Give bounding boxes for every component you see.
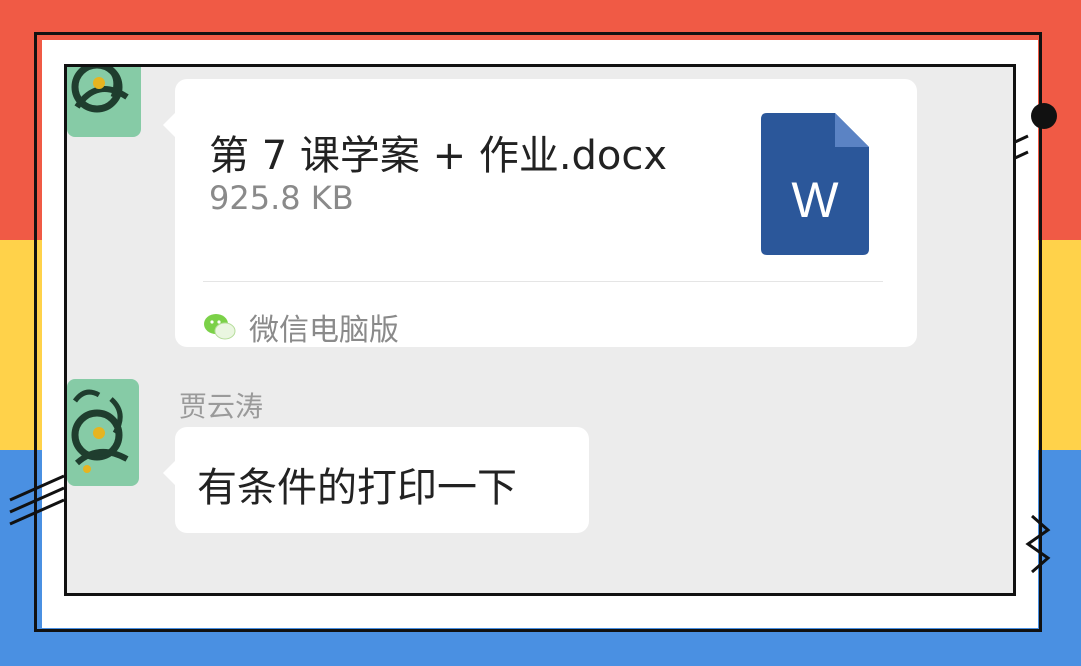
avatar[interactable]	[67, 379, 139, 486]
file-message-card[interactable]: 第 7 课学案 + 作业.docx 925.8 KB W 微信电脑版	[163, 79, 917, 348]
message-text: 有条件的打印一下	[197, 465, 517, 511]
file-name: 第 7 课学案 + 作业.docx	[209, 133, 668, 179]
frame-stripes-decoration	[9, 474, 65, 526]
text-message-bubble[interactable]: 有条件的打印一下	[163, 427, 589, 533]
card-divider	[203, 281, 883, 282]
source-label: 微信电脑版	[249, 313, 399, 348]
avatar-art-icon	[71, 67, 129, 113]
sender-name: 贾云涛	[179, 390, 264, 423]
card-footer: 微信电脑版	[203, 307, 399, 348]
wechat-icon	[204, 314, 236, 340]
file-size: 925.8 KB	[209, 179, 354, 217]
frame-dot-decoration	[1031, 103, 1057, 129]
word-icon-letter: W	[791, 172, 839, 228]
avatar-art-icon	[71, 389, 129, 473]
word-doc-icon: W	[761, 113, 869, 259]
frame-zigzag-decoration	[1025, 514, 1051, 574]
chat-window: 第 7 课学案 + 作业.docx 925.8 KB W 微信电脑版 贾云涛 有…	[64, 64, 1016, 596]
avatar[interactable]	[67, 67, 141, 137]
